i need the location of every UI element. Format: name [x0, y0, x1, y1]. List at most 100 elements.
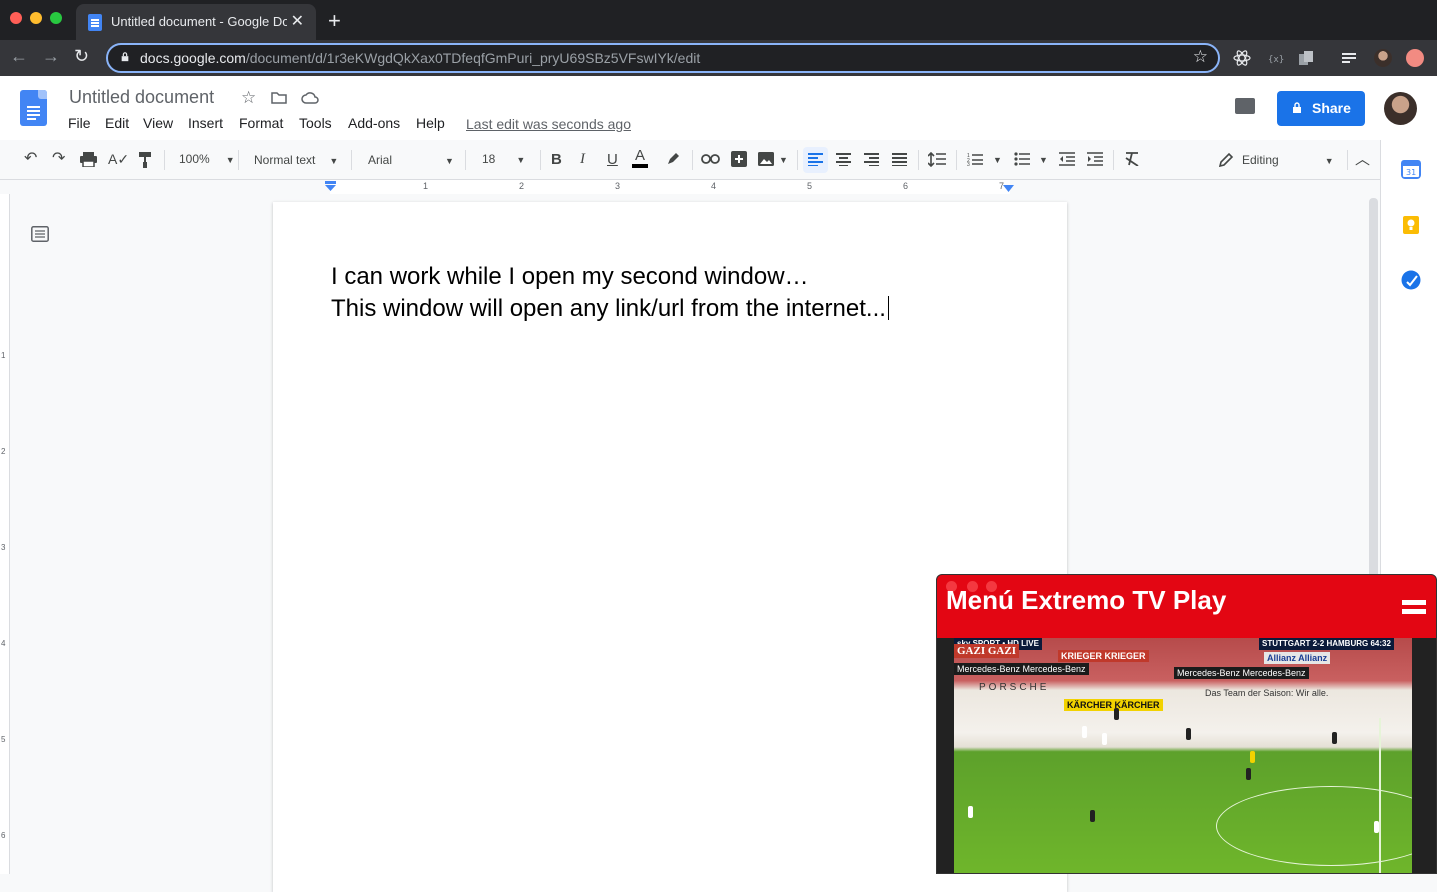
maximize-window-button[interactable] [50, 12, 62, 24]
horizontal-ruler[interactable]: 1 2 3 4 5 6 7 [0, 180, 1380, 194]
share-label: Share [1312, 100, 1351, 116]
menu-help[interactable]: Help [416, 115, 445, 131]
cloud-status-icon[interactable] [301, 92, 319, 104]
keep-icon[interactable] [1401, 215, 1421, 235]
docs-header: Untitled document ☆ File Edit View Inser… [0, 76, 1437, 140]
document-title[interactable]: Untitled document [69, 87, 214, 108]
menu-insert[interactable]: Insert [188, 115, 223, 131]
player [968, 806, 973, 818]
line-spacing-icon[interactable] [928, 152, 946, 167]
docs-favicon-icon [88, 14, 102, 31]
font-select[interactable]: Arial ▼ [368, 153, 454, 167]
url-input[interactable]: docs.google.com/document/d/1r3eKWgdQkXax… [106, 43, 1220, 73]
left-indent-marker-icon[interactable] [325, 181, 336, 192]
tab-docs[interactable]: Untitled document - Google Docs ✕ [76, 4, 316, 40]
ruler-number: 5 [807, 181, 813, 191]
undo-icon[interactable]: ↶ [24, 148, 37, 168]
ad-board: Allianz Allianz [1264, 652, 1331, 664]
forward-icon[interactable]: → [42, 46, 60, 67]
document-line[interactable]: This window will open any link/url from … [331, 295, 889, 323]
decrease-indent-icon[interactable] [1059, 152, 1075, 166]
docs-logo-icon[interactable] [20, 90, 47, 126]
align-justify-icon[interactable] [892, 153, 907, 166]
bookmark-star-icon[interactable]: ☆ [1193, 47, 1208, 67]
pip-menu-icon[interactable] [1402, 600, 1426, 616]
font-size-select[interactable]: 18 ▼ [482, 152, 525, 166]
lock-icon [121, 52, 129, 62]
tasks-icon[interactable] [1401, 270, 1421, 290]
bold-icon[interactable]: B [551, 151, 562, 168]
extension-icon[interactable]: {x} [1266, 49, 1284, 67]
image-options-icon[interactable]: ▼ [779, 155, 788, 165]
align-left-icon[interactable] [808, 153, 823, 166]
share-button[interactable]: Share [1277, 91, 1365, 126]
star-icon[interactable]: ☆ [241, 88, 256, 108]
increase-indent-icon[interactable] [1087, 152, 1103, 166]
profile-avatar[interactable] [1374, 49, 1392, 67]
calendar-icon[interactable]: 31 [1401, 159, 1421, 179]
bulleted-list-options-icon[interactable]: ▼ [1039, 155, 1048, 165]
menu-view[interactable]: View [143, 115, 173, 131]
reload-icon[interactable]: ↻ [74, 46, 89, 67]
pip-title: Menú Extremo TV Play [946, 585, 1227, 615]
ad-board: Mercedes-Benz Mercedes-Benz [1174, 667, 1309, 679]
ruler-number: 3 [1, 543, 6, 552]
menu-file[interactable]: File [68, 115, 91, 131]
player [1250, 751, 1255, 763]
tab-title: Untitled document - Google Docs [111, 14, 287, 29]
italic-icon[interactable]: I [580, 151, 585, 168]
menu-edit[interactable]: Edit [105, 115, 129, 131]
move-folder-icon[interactable] [271, 91, 287, 104]
redo-icon[interactable]: ↷ [52, 148, 65, 168]
numbered-list-options-icon[interactable]: ▼ [993, 155, 1002, 165]
comment-history-icon[interactable] [1235, 98, 1255, 114]
highlight-color-icon[interactable] [665, 151, 681, 167]
react-extension-icon[interactable] [1233, 49, 1251, 67]
right-indent-marker-icon[interactable] [1003, 185, 1014, 192]
svg-text:3: 3 [967, 162, 970, 166]
menu-tools[interactable]: Tools [299, 115, 332, 131]
ruler-number: 5 [1, 735, 6, 744]
menu-addons[interactable]: Add-ons [348, 115, 400, 131]
print-icon[interactable] [80, 152, 97, 167]
style-select[interactable]: Normal text ▼ [254, 153, 338, 167]
copy-extension-icon[interactable] [1297, 49, 1315, 67]
vertical-ruler[interactable]: 1 2 3 4 5 6 [0, 194, 10, 874]
bulleted-list-icon[interactable] [1014, 152, 1030, 166]
numbered-list-icon[interactable]: 123 [967, 152, 983, 166]
insert-link-icon[interactable] [701, 154, 720, 164]
football-video[interactable]: sky SPORT • HD LIVE STUTTGART 2-2 HAMBUR… [954, 638, 1412, 873]
clear-formatting-icon[interactable] [1124, 152, 1140, 166]
ruler-number: 4 [1, 639, 6, 648]
spellcheck-icon[interactable]: A✓ [108, 151, 129, 168]
underline-icon[interactable]: U [607, 151, 618, 168]
paint-format-icon[interactable] [138, 152, 152, 168]
text-cursor [887, 296, 889, 320]
minimize-window-button[interactable] [30, 12, 42, 24]
close-tab-icon[interactable]: ✕ [291, 11, 304, 31]
document-outline-icon[interactable] [31, 226, 49, 242]
insert-image-icon[interactable] [758, 152, 774, 166]
insert-comment-icon[interactable] [731, 151, 747, 167]
menu-format[interactable]: Format [239, 115, 283, 131]
zoom-select[interactable]: 100% ▼ [179, 152, 235, 166]
last-edit-link[interactable]: Last edit was seconds ago [466, 116, 631, 132]
new-tab-button[interactable]: + [328, 8, 341, 34]
align-center-icon[interactable] [836, 153, 851, 166]
collapse-toolbar-icon[interactable]: ︿ [1355, 148, 1370, 169]
ruler-number: 6 [1, 831, 6, 840]
player [1090, 810, 1095, 822]
pip-window[interactable]: Menú Extremo TV Play sky SPORT • HD LIVE… [936, 574, 1437, 874]
update-icon[interactable] [1406, 49, 1424, 67]
zoom-value: 100% [179, 152, 210, 166]
url-text: docs.google.com/document/d/1r3eKWgdQkXax… [140, 50, 701, 66]
close-window-button[interactable] [10, 12, 22, 24]
reading-list-icon[interactable] [1340, 49, 1358, 67]
editing-mode-select[interactable]: Editing ▼ [1242, 153, 1334, 167]
back-icon[interactable]: ← [10, 46, 28, 67]
document-scrollbar[interactable] [1369, 198, 1378, 578]
text-color-icon[interactable]: A [632, 148, 649, 168]
account-avatar[interactable] [1384, 92, 1417, 125]
document-line[interactable]: I can work while I open my second window… [331, 263, 809, 291]
align-right-icon[interactable] [864, 153, 879, 166]
